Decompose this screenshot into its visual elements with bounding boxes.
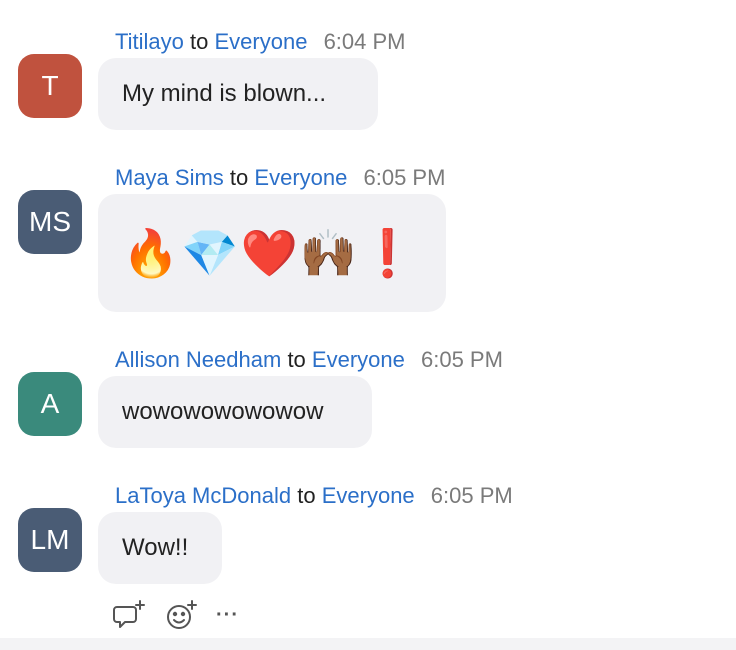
emoji-message-text: 🔥💎❤️🙌🏾❗ (122, 225, 419, 280)
message-header: Maya Sims to Everyone 6:05 PM (115, 164, 445, 192)
message-text: wowowowowowow (122, 398, 324, 425)
avatar: MS (18, 190, 82, 254)
recipient-name[interactable]: Everyone (312, 347, 405, 372)
message-bubble[interactable]: wowowowowowow (98, 376, 372, 448)
message-bubble[interactable]: Wow!! (98, 512, 222, 584)
message-text: Wow!! (122, 534, 189, 561)
message-bubble[interactable]: 🔥💎❤️🙌🏾❗ (98, 194, 446, 312)
message-text: My mind is blown... (122, 80, 327, 107)
message-time: 6:05 PM (421, 347, 503, 372)
recipient-name[interactable]: Everyone (254, 165, 347, 190)
sender-name[interactable]: LaToya McDonald (115, 483, 291, 508)
avatar: A (18, 372, 82, 436)
sender-name[interactable]: Maya Sims (115, 165, 224, 190)
message-header: Titilayo to Everyone 6:04 PM (115, 28, 406, 56)
avatar: T (18, 54, 82, 118)
avatar-initials: LM (30, 524, 70, 555)
message-time: 6:05 PM (363, 165, 446, 190)
recipient-name[interactable]: Everyone (214, 29, 307, 54)
avatar-initials: A (40, 388, 60, 419)
comment-plus-icon[interactable] (112, 598, 146, 632)
recipient-name[interactable]: Everyone (322, 483, 415, 508)
to-label: to (229, 165, 249, 190)
sender-name[interactable]: Allison Needham (115, 347, 281, 372)
to-label: to (190, 29, 209, 54)
message-time: 6:04 PM (323, 29, 406, 54)
message-time: 6:05 PM (430, 483, 513, 508)
message-header: LaToya McDonald to Everyone 6:05 PM (115, 482, 513, 510)
chat-divider (0, 638, 736, 650)
avatar: LM (18, 508, 82, 572)
avatar-initials: MS (29, 206, 71, 237)
to-label: to (287, 347, 306, 372)
message-actions: ··· (112, 598, 239, 632)
smiley-plus-icon[interactable] (164, 598, 198, 632)
to-label: to (297, 483, 316, 508)
avatar-initials: T (41, 70, 59, 101)
message-bubble[interactable]: My mind is blown... (98, 58, 378, 130)
sender-name[interactable]: Titilayo (115, 29, 184, 54)
ellipsis-icon[interactable]: ··· (216, 598, 239, 632)
message-header: Allison Needham to Everyone 6:05 PM (115, 346, 503, 374)
